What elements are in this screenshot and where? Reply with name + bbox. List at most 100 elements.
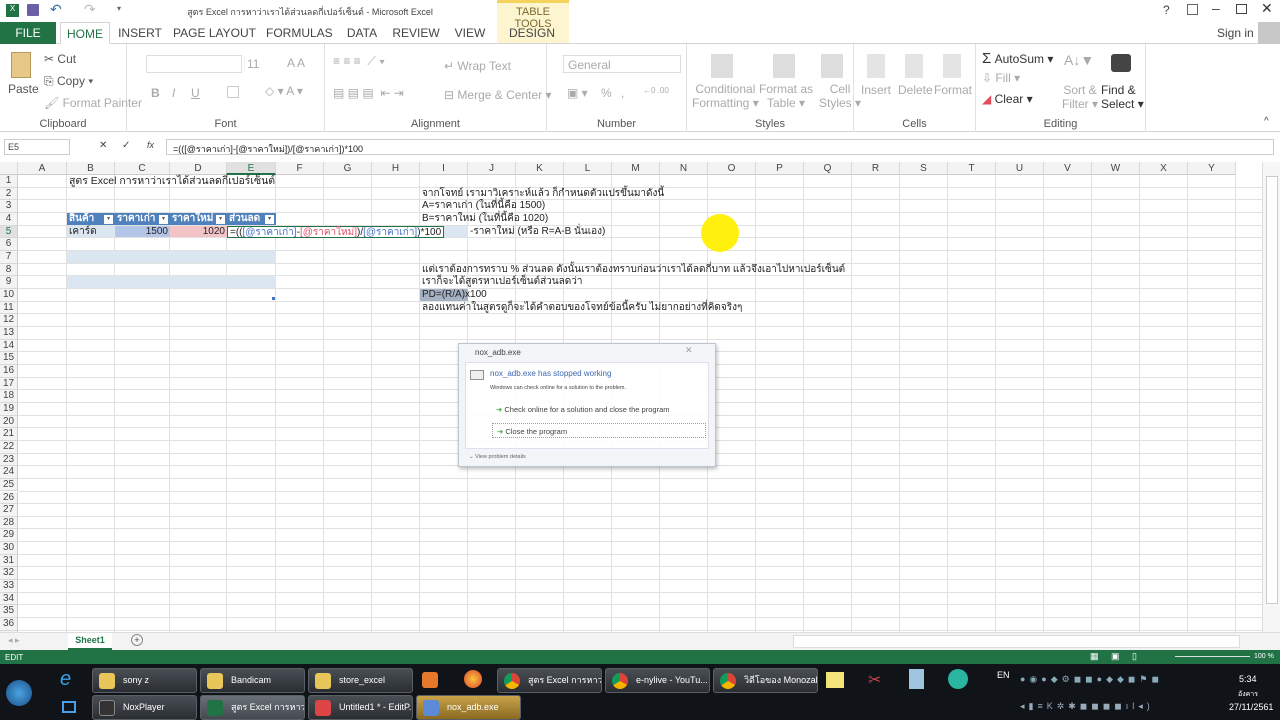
start-button[interactable] [6,680,32,706]
restore-button[interactable] [1236,4,1247,14]
insert-function-icon[interactable]: fx [147,140,154,150]
row-header-14[interactable]: 14 [0,339,18,353]
row-header-26[interactable]: 26 [0,491,18,505]
column-header-A[interactable]: A [18,162,67,175]
tray-icons-row2[interactable]: ◂▮≡K✲✱◼◼◼◼ıl◂) [1020,701,1154,712]
row-header-19[interactable]: 19 [0,402,18,416]
minimize-button[interactable]: – [1212,0,1220,16]
row-header-21[interactable]: 21 [0,428,18,441]
zoom-slider[interactable] [1175,656,1250,657]
ribbon-display-icon[interactable] [1187,4,1198,15]
cancel-icon[interactable]: ✕ [99,140,107,151]
filter-dropdown-icon[interactable]: ▾ [265,214,274,224]
check-online-option[interactable]: ➜ Check online for a solution and close … [496,405,670,414]
column-header-P[interactable]: P [756,162,804,175]
insert-cells-button[interactable]: Insert [861,83,891,97]
underline-button[interactable]: U [191,86,200,100]
column-header-B[interactable]: B [67,162,115,175]
fill-button[interactable]: ⇩ Fill ▾ [982,71,1020,85]
wrap-text-button[interactable]: ↵ Wrap Text [444,59,511,73]
row-header-36[interactable]: 36 [0,618,18,631]
taskbar-bandicam[interactable]: Bandicam [200,668,305,693]
row-header-25[interactable]: 25 [0,478,18,492]
filter-dropdown-icon[interactable]: ▾ [216,214,225,224]
copy-button[interactable]: ⎘ Copy ▾ [44,74,93,89]
column-header-X[interactable]: X [1140,162,1188,175]
tab-data[interactable]: DATA [343,22,381,44]
row-header-3[interactable]: 3 [0,200,18,213]
autosum-button[interactable]: Σ AutoSum ▾ [982,50,1053,67]
column-header-N[interactable]: N [660,162,708,175]
close-program-option[interactable]: ➜ Close the program [492,423,706,438]
tab-view[interactable]: VIEW [451,22,489,44]
horizontal-align-icons[interactable]: ▤ ▤ ▤ ⇤ ⇥ [333,86,404,100]
paste-button[interactable]: Paste [8,82,39,96]
taskbar-sony-z[interactable]: sony z [92,668,197,693]
cell-I4[interactable]: B=ราคาใหม่ (ในที่นี้คือ 1020) [420,213,550,226]
column-header-K[interactable]: K [516,162,564,175]
table-resize-handle[interactable] [272,296,275,300]
filter-dropdown-icon[interactable]: ▾ [104,214,113,224]
firefox-icon[interactable] [464,670,482,688]
row-header-6[interactable]: 6 [0,238,18,251]
vertical-align-icons[interactable]: ≡ ≡ ≡ ⟋ ▾ [333,54,385,69]
media-player-icon[interactable] [422,672,438,688]
comma-button[interactable]: , [621,86,624,100]
clock-time[interactable]: 5:34 [1239,674,1257,684]
column-header-W[interactable]: W [1092,162,1140,175]
calculator-icon[interactable] [909,669,924,689]
cell-I10[interactable]: PD=(R/A)x100 [420,289,489,302]
row-header-32[interactable]: 32 [0,567,18,581]
column-header-U[interactable]: U [996,162,1044,175]
find-select-button[interactable]: Find & Select ▾ [1101,83,1144,111]
column-header-G[interactable]: G [324,162,372,175]
row-header-33[interactable]: 33 [0,580,18,593]
column-header-F[interactable]: F [276,162,324,175]
row-header-10[interactable]: 10 [0,288,18,302]
row-header-27[interactable]: 27 [0,504,18,517]
taskbar-noxplayer[interactable]: NoxPlayer [92,695,197,720]
row-header-30[interactable]: 30 [0,542,18,555]
number-format-select[interactable]: General [563,55,681,73]
clock-date[interactable]: 27/11/2561 [1229,702,1273,712]
row-header-13[interactable]: 13 [0,326,18,340]
sign-in-link[interactable]: Sign in [1217,26,1254,40]
conditional-formatting-button[interactable]: Conditional Formatting ▾ [692,82,759,110]
format-cells-button[interactable]: Format [934,83,972,97]
filter-dropdown-icon[interactable]: ▾ [159,214,168,224]
help-button[interactable]: ? [1163,3,1170,17]
view-buttons[interactable]: ▦ ▣ ▯ [1090,651,1137,662]
select-all-corner[interactable] [0,162,18,175]
cell-J5[interactable]: -ราคาใหม่ (หรือ R=A-B นั่นเอง) [468,226,607,239]
ie-icon[interactable]: e [60,668,71,691]
column-header-Q[interactable]: Q [804,162,852,175]
formula-input[interactable]: =(([@ราคาเก่า]-[@ราคาใหม่])/[@ราคาเก่า])… [166,139,1274,155]
sort-filter-button[interactable]: Sort & Filter ▾ [1062,83,1098,111]
borders-icon[interactable] [227,86,239,98]
cut-button[interactable]: ✂ Cut [44,52,76,66]
tab-home[interactable]: HOME [60,22,110,44]
column-header-C[interactable]: C [115,162,170,175]
vertical-scrollbar[interactable] [1262,162,1280,632]
row-header-35[interactable]: 35 [0,605,18,619]
taskbar-excel[interactable]: สูตร Excel การหาว่า... [200,695,305,720]
row-header-24[interactable]: 24 [0,466,18,479]
column-header-E[interactable]: E [227,162,276,175]
tab-page-layout[interactable]: PAGE LAYOUT [172,22,257,44]
taskbar-nox-adb[interactable]: nox_adb.exe [416,695,521,720]
italic-button[interactable]: I [172,86,175,100]
table-cell[interactable]: 1020 [170,226,227,239]
new-sheet-button[interactable]: + [131,634,143,646]
row-header-15[interactable]: 15 [0,352,18,365]
fill-color-icon[interactable]: ◇ ▾ A ▾ [265,84,303,98]
collapse-ribbon-icon[interactable]: ^ [1264,116,1269,127]
horizontal-scrollbar[interactable] [793,635,1240,648]
taskbar-chrome-excel[interactable]: สูตร Excel การหาว่า... [497,668,602,693]
decimal-buttons[interactable]: ←0 .00 [643,86,669,95]
row-header-1[interactable]: 1 [0,175,18,188]
row-header-29[interactable]: 29 [0,529,18,543]
name-box[interactable]: E5 [4,139,70,155]
format-as-table-button[interactable]: Format as Table ▾ [759,82,813,110]
column-header-J[interactable]: J [468,162,516,175]
row-header-18[interactable]: 18 [0,390,18,403]
